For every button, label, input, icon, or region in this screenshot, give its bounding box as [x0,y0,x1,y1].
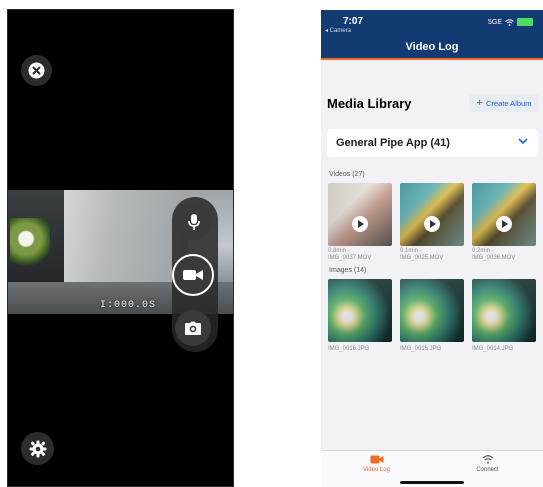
wifi-icon [505,18,514,26]
plus-icon: + [476,96,483,109]
video-thumbnail[interactable] [328,183,392,246]
play-icon [424,216,440,232]
video-duration: 0.2min - [472,248,494,254]
chevron-down-icon [518,136,528,148]
video-caption: 0.2min - IMG_0036.MOV [472,248,542,262]
video-filename: IMG_0036.MOV [472,255,516,261]
battery-icon [517,18,533,26]
microphone-button[interactable] [176,204,212,240]
camera-icon [185,321,201,335]
create-album-button[interactable]: + Create Album [469,94,539,112]
video-camera-icon [183,270,203,280]
thumbnail-shade [328,183,392,246]
video-duration: 0.8min - [328,248,350,254]
tab-connect[interactable]: Connect [432,455,543,473]
video-duration: 0.1min - [400,248,422,254]
images-section-header: Images (14) [329,267,367,274]
navigation-bar: 7:07 ◂ Camera 5GE Video Log [321,10,543,58]
feed-wall [58,190,188,290]
settings-button[interactable] [21,432,54,465]
image-thumbnail[interactable] [328,279,392,342]
video-log-screen: 7:07 ◂ Camera 5GE Video Log Media Librar… [321,10,543,487]
video-filename: IMG_0025.MOV [400,255,444,261]
nav-title: Video Log [405,41,459,53]
video-thumbnail[interactable] [400,183,464,246]
recording-timestamp: I:000.0S [100,300,157,311]
status-time: 7:07 [343,16,364,27]
thumbnail-shade [400,183,464,246]
status-indicators: 5GE [488,18,533,26]
feed-plant [10,218,50,270]
record-button[interactable] [172,254,214,296]
thumbnail-shade [328,279,392,342]
microphone-icon [188,214,200,230]
video-caption: 0.1min - IMG_0025.MOV [400,248,470,262]
thumbnail-shade [472,183,536,246]
image-filename: IMG_0014.JPG [472,346,514,352]
gear-icon [29,440,46,457]
thumbnail-shade [472,279,536,342]
image-thumbnail[interactable] [400,279,464,342]
video-thumbnail[interactable] [472,183,536,246]
network-label: 5GE [487,18,502,26]
videos-section-header: Videos (27) [329,171,365,178]
video-camera-icon [370,455,383,464]
status-back-link[interactable]: ◂ Camera [325,27,351,34]
thumbnail-shade [400,279,464,342]
image-filename: IMG_0015.JPG [400,346,442,352]
play-icon [352,216,368,232]
image-filename: IMG_0016.JPG [328,346,370,352]
image-thumbnail[interactable] [472,279,536,342]
close-button[interactable] [21,55,52,86]
page-title: Media Library [327,96,412,111]
tab-label: Video Log [363,467,390,473]
close-icon [28,62,45,79]
play-icon [496,216,512,232]
photo-button[interactable] [175,310,211,346]
tab-video-log[interactable]: Video Log [321,455,432,473]
camera-screen: I:000.0S [8,10,233,487]
album-dropdown-value: General Pipe App (41) [336,137,450,149]
album-dropdown[interactable]: General Pipe App (41) [327,129,538,157]
video-filename: IMG_0037.MOV [328,255,372,261]
wifi-icon [482,455,493,464]
home-indicator [400,481,464,484]
tab-label: Connect [476,467,499,473]
create-album-label: Create Album [485,98,532,108]
nav-accent-bar [321,58,543,60]
video-caption: 0.8min - IMG_0037.MOV [328,248,398,262]
